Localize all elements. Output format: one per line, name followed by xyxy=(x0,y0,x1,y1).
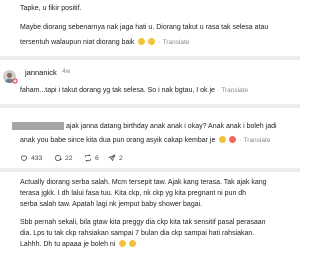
reply-comment: jannanick 4w faham...tapi i takut dorang… xyxy=(0,60,300,104)
verified-icon xyxy=(12,78,18,84)
comment-line: dia. Lps tu tak ckp rahsiakan sampai 7 b… xyxy=(20,230,255,237)
reply-text-content: faham...tapi i takut dorang yg tak seles… xyxy=(20,87,215,94)
share-count: 2 xyxy=(119,154,123,162)
comment-line: serba salah taw. Apatah lagi nk jemput b… xyxy=(20,201,203,208)
separator-dot: · xyxy=(158,39,161,46)
separator-dot: · xyxy=(216,87,220,94)
share-icon xyxy=(108,154,116,162)
reply-timestamp: 4w xyxy=(62,68,71,75)
comment-count: 22 xyxy=(65,154,73,162)
redacted-avatar-area xyxy=(12,122,64,130)
crying-emoji-icon xyxy=(119,240,127,247)
comment-line: Maybe diorang sebenarnya nak jaga hati u… xyxy=(20,24,269,31)
comment-mid: ajak janna datang birthday anak anak i o… xyxy=(0,108,300,168)
comment-line: Actually diorang serba salah. Mcm tersep… xyxy=(20,179,267,186)
comment-icon xyxy=(55,155,62,162)
comment-line: tersentuh walaupun niat diorang baik · T… xyxy=(20,38,189,48)
reply-text: faham...tapi i takut dorang yg tak seles… xyxy=(20,86,248,96)
comment-top: Tapke, u fikir positif. Maybe diorang se… xyxy=(0,0,300,56)
comment-line: ajak janna datang birthday anak anak i o… xyxy=(66,123,277,130)
comment-line-text: anak you babe since kita dua pun orang a… xyxy=(20,137,216,144)
comment-line: Tapke, u fikir positif. xyxy=(20,5,82,12)
repost-button[interactable]: 6 xyxy=(84,154,99,162)
smile-emoji-icon xyxy=(138,38,146,45)
comment-bottom: Actually diorang serba salah. Mcm tersep… xyxy=(0,172,300,265)
comment-line: Lahhh. Dh tu apaaa je boleh ni xyxy=(20,240,137,250)
repost-count: 6 xyxy=(95,154,99,162)
like-count: 433 xyxy=(31,154,43,162)
heart-eyes-emoji-icon xyxy=(229,136,237,143)
comment-line: anak you babe since kita dua pun orang a… xyxy=(20,136,270,146)
comment-line: Sbb pernah sekali, bila gtaw kita preggy… xyxy=(20,219,266,226)
translate-link[interactable]: Translate xyxy=(163,39,190,46)
like-button[interactable]: 433 xyxy=(20,154,42,162)
smile-emoji-icon xyxy=(219,136,227,143)
separator-dot: · xyxy=(239,137,242,144)
translate-link[interactable]: Translate xyxy=(221,87,248,94)
smile-emoji-icon xyxy=(148,38,156,45)
comment-line: terasa jgkk. I dh lalui fasa tuu. Kita c… xyxy=(20,190,247,197)
comment-line-text: Lahhh. Dh tu apaaa je boleh ni xyxy=(20,241,116,248)
comment-button[interactable]: 22 xyxy=(54,154,73,162)
threads-comment-feed: Tapke, u fikir positif. Maybe diorang se… xyxy=(0,0,300,265)
share-button[interactable]: 2 xyxy=(108,154,123,162)
crying-emoji-icon xyxy=(129,240,137,247)
comment-line-text: tersentuh walaupun niat diorang baik xyxy=(20,39,135,46)
reply-username[interactable]: jannanick xyxy=(25,68,57,77)
repost-icon xyxy=(84,154,92,162)
heart-icon xyxy=(20,155,28,162)
translate-link[interactable]: Translate xyxy=(244,137,271,144)
